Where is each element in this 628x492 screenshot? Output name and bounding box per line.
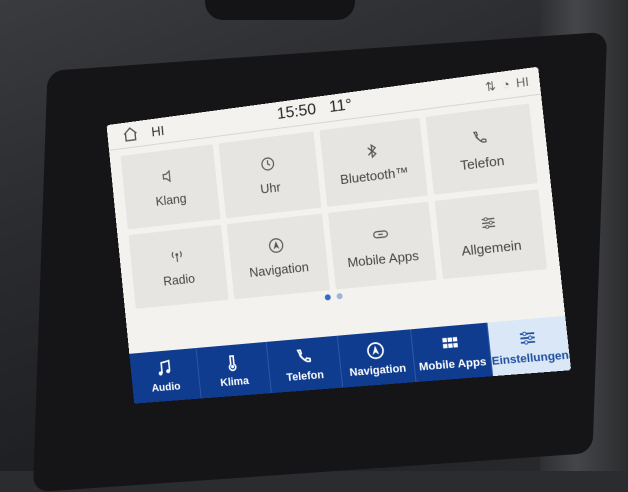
nav-label: Audio [151,380,182,395]
speaker-icon [159,166,177,185]
tile-label: Mobile Apps [346,247,420,271]
status-time: 15:50 [276,100,317,123]
apps-icon [442,336,459,349]
nav-klima[interactable]: Klima [196,341,272,399]
music-icon [154,358,174,379]
tile-radio[interactable]: Radio [128,224,229,309]
tile-mobile-apps[interactable]: Mobile Apps [327,201,437,290]
page-dot[interactable] [336,292,343,300]
navigation-icon [365,340,387,362]
tile-label: Telefon [459,152,506,174]
tile-label: Uhr [259,179,282,197]
nav-label: Klima [219,375,250,390]
tile-uhr[interactable]: Uhr [217,131,322,219]
settings-sliders-icon [516,327,540,350]
nav-label: Einstellungen [491,349,570,368]
status-temp: 11° [328,96,353,117]
page-dot-active[interactable] [324,294,332,301]
sliders-icon [478,213,499,233]
bluetooth-icon [362,141,382,161]
air-vent [205,0,355,20]
nav-label: Mobile Apps [418,355,488,374]
nav-mobile-apps[interactable]: Mobile Apps [411,322,493,382]
thermometer-icon [222,352,243,373]
navigation-icon [267,236,286,256]
infotainment-screen: HI 15:50 11° ⇅ ◔ HI Klang Uhr Bluetooth™… [106,66,572,404]
nav-einstellungen[interactable]: Einstellungen [487,315,572,377]
signal-icon: ⇅ [484,78,497,95]
nav-navigation[interactable]: Navigation [337,329,417,388]
clock-icon [258,154,277,174]
tile-label: Klang [154,190,188,209]
tile-label: Radio [162,270,196,289]
screen-wrap: HI 15:50 11° ⇅ ◔ HI Klang Uhr Bluetooth™… [106,66,572,404]
phone-icon [292,346,314,367]
nav-telefon[interactable]: Telefon [266,335,344,394]
status-right-text: HI [515,74,530,91]
tile-label: Allgemein [460,237,523,259]
radio-icon [167,247,185,266]
link-icon [370,224,390,244]
nav-label: Navigation [349,362,407,380]
tile-label: Navigation [248,259,310,280]
tile-bluetooth[interactable]: Bluetooth™ [319,117,428,207]
nav-label: Telefon [285,369,325,384]
phone-icon [469,127,490,148]
car-dashboard: HI 15:50 11° ⇅ ◔ HI Klang Uhr Bluetooth™… [0,0,628,492]
nav-audio[interactable]: Audio [129,347,202,404]
tile-telefon[interactable]: Telefon [425,103,538,195]
tile-label: Bluetooth™ [339,164,410,188]
tile-navigation[interactable]: Navigation [226,213,331,300]
wifi-icon: ◔ [501,76,511,93]
tile-klang[interactable]: Klang [120,144,220,230]
tile-allgemein[interactable]: Allgemein [434,189,548,280]
